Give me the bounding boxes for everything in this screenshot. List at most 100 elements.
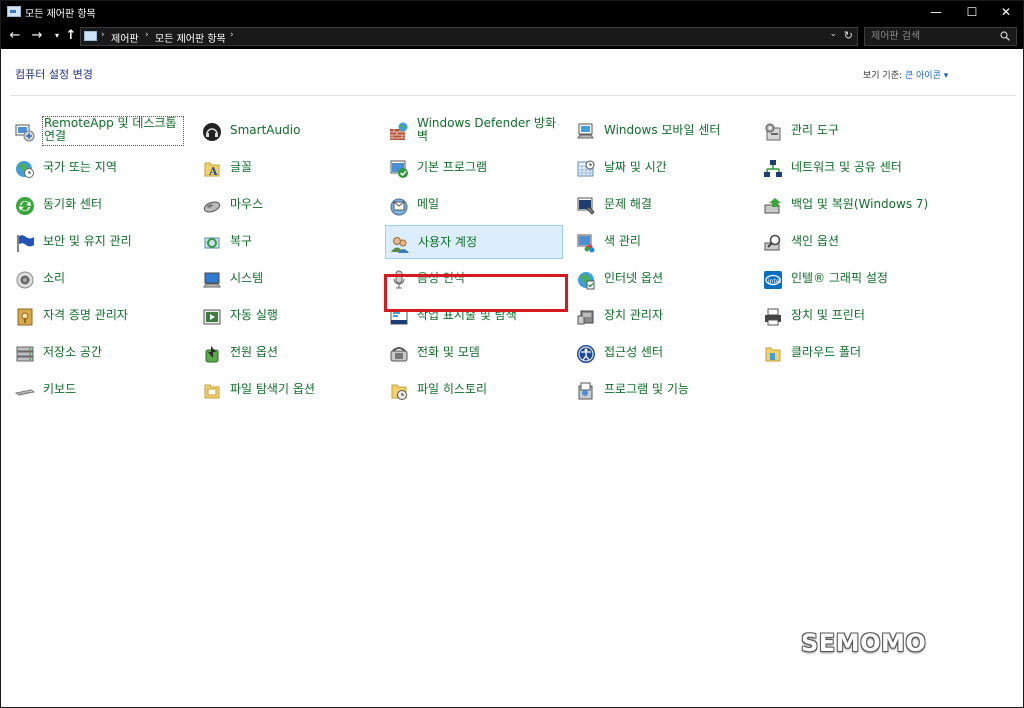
control-panel-item-flag[interactable]: 보안 및 유지 관리 — [11, 225, 189, 259]
control-panel-item-ease-of-access[interactable]: 접근성 센터 — [572, 336, 750, 370]
device-manager-icon — [576, 307, 596, 327]
item-label: 색 관리 — [604, 234, 641, 248]
control-panel-item-speaker[interactable]: 소리 — [11, 262, 189, 296]
control-panel-item-folder-options[interactable]: 파일 탐색기 옵션 — [198, 373, 376, 407]
control-panel-item-intel-graphics[interactable]: intel 인텔® 그래픽 설정 — [759, 262, 937, 296]
control-panel-item-firewall[interactable]: Windows Defender 방화벽 — [385, 114, 563, 148]
item-label: 날짜 및 시간 — [604, 160, 667, 174]
control-panel-item-phone-modem[interactable]: 전화 및 모뎀 — [385, 336, 563, 370]
up-arrow-icon[interactable]: ↑ — [63, 27, 79, 45]
control-panel-item-cloud-folder[interactable]: 클라우드 폴더 — [759, 336, 937, 370]
control-panel-item-storage-spaces[interactable]: 저장소 공간 — [11, 336, 189, 370]
search-input[interactable] — [871, 30, 991, 43]
control-panel-item-headphones[interactable]: SmartAudio — [198, 114, 376, 148]
breadcrumb-separator-icon[interactable]: › — [230, 30, 234, 40]
minimize-button[interactable]: — — [919, 1, 953, 23]
control-panel-item-color-management[interactable]: 색 관리 — [572, 225, 750, 259]
calendar-clock-icon — [576, 159, 596, 179]
control-panel-item-device-manager[interactable]: 장치 관리자 — [572, 299, 750, 333]
item-label: 자동 실행 — [230, 308, 278, 322]
item-label: 네트워크 및 공유 센터 — [791, 160, 902, 174]
control-panel-item-user-accounts[interactable]: 사용자 계정 — [385, 225, 563, 259]
backup-icon — [763, 196, 783, 216]
search-icon[interactable] — [1000, 31, 1010, 41]
control-panel-item-file-history[interactable]: 파일 히스토리 — [385, 373, 563, 407]
mobility-center-icon — [576, 122, 596, 142]
item-label: 파일 탐색기 옵션 — [230, 382, 315, 396]
address-dropdown-icon[interactable]: ⌄ — [829, 29, 837, 39]
item-label: SmartAudio — [230, 123, 301, 137]
control-panel-item-keyboard[interactable]: 키보드 — [11, 373, 189, 407]
item-label: 시스템 — [230, 271, 264, 285]
control-panel-item-calendar-clock[interactable]: 날짜 및 시간 — [572, 151, 750, 185]
item-label: 저장소 공간 — [43, 345, 103, 359]
maximize-button[interactable]: ☐ — [955, 1, 989, 23]
globe-clock-icon — [15, 159, 35, 179]
breadcrumb-all-items[interactable]: 모든 제어판 항목 — [155, 30, 226, 45]
control-panel-item-font-folder[interactable]: A 글꼴 — [198, 151, 376, 185]
breadcrumb-control-panel[interactable]: 제어판 — [111, 30, 139, 45]
intel-graphics-icon: intel — [763, 270, 783, 290]
control-panel-item-mail[interactable]: 메일 — [385, 188, 563, 222]
item-label: 색인 옵션 — [791, 234, 839, 248]
item-label: 인터넷 옵션 — [604, 271, 664, 285]
control-panel-item-mouse[interactable]: 마우스 — [198, 188, 376, 222]
watermark: SEMOMO — [801, 629, 927, 657]
control-panel-item-default-programs[interactable]: 기본 프로그램 — [385, 151, 563, 185]
view-by-dropdown[interactable]: 큰 아이콘 ▾ — [905, 71, 948, 81]
programs-features-icon — [576, 381, 596, 401]
phone-modem-icon — [389, 344, 409, 364]
control-panel-item-backup[interactable]: 백업 및 복원(Windows 7) — [759, 188, 937, 222]
item-label: Windows 모바일 센터 — [604, 123, 721, 137]
search-box[interactable] — [864, 27, 1017, 46]
item-label: 자격 증명 관리자 — [43, 308, 128, 322]
breadcrumb-separator-icon[interactable]: › — [145, 30, 149, 40]
control-panel-item-network[interactable]: 네트워크 및 공유 센터 — [759, 151, 937, 185]
control-panel-icon — [7, 6, 21, 17]
page-title: 컴퓨터 설정 변경 — [15, 68, 93, 81]
address-field[interactable]: › 제어판 › 모든 제어판 항목 › ⌄ ↻ — [80, 27, 858, 46]
item-label: 소리 — [43, 271, 66, 285]
admin-tools-icon — [763, 122, 783, 142]
control-panel-item-programs-features[interactable]: 프로그램 및 기능 — [572, 373, 750, 407]
keyboard-icon — [14, 381, 36, 401]
control-panel-item-troubleshooting[interactable]: 문제 해결 — [572, 188, 750, 222]
control-panel-item-autoplay[interactable]: 자동 실행 — [198, 299, 376, 333]
title-bar[interactable]: 모든 제어판 항목 — ☐ ✕ — [1, 1, 1023, 23]
printer-icon — [763, 307, 783, 327]
item-label: 백업 및 복원(Windows 7) — [791, 197, 929, 211]
control-panel-item-system[interactable]: 시스템 — [198, 262, 376, 296]
control-panel-item-indexing[interactable]: 색인 옵션 — [759, 225, 937, 259]
navigation-bar: ← → ▾ ↑ › 제어판 › 모든 제어판 항목 › ⌄ ↻ — [1, 23, 1023, 49]
close-button[interactable]: ✕ — [989, 1, 1023, 23]
control-panel-item-remoteapp[interactable]: RemoteApp 및 데스크톱 연결 — [11, 114, 189, 148]
control-panel-item-internet-options[interactable]: 인터넷 옵션 — [572, 262, 750, 296]
user-accounts-icon — [390, 234, 410, 254]
item-label: 마우스 — [230, 197, 264, 211]
ease-of-access-icon — [576, 344, 596, 364]
control-panel-item-recovery[interactable]: 복구 — [198, 225, 376, 259]
item-label: 복구 — [230, 234, 253, 248]
item-label: 장치 관리자 — [604, 308, 664, 322]
control-panel-item-mobility-center[interactable]: Windows 모바일 센터 — [572, 114, 750, 148]
control-panel-item-sync[interactable]: 동기화 센터 — [11, 188, 189, 222]
item-label: RemoteApp 및 데스크톱 연결 — [42, 116, 184, 146]
window-title: 모든 제어판 항목 — [25, 9, 96, 20]
item-label: 접근성 센터 — [604, 345, 664, 359]
breadcrumb-separator-icon[interactable]: › — [101, 30, 105, 40]
svg-text:A: A — [208, 165, 218, 178]
back-arrow-icon[interactable]: ← — [7, 27, 23, 45]
recovery-icon — [202, 233, 222, 253]
control-panel-item-globe-clock[interactable]: 국가 또는 지역 — [11, 151, 189, 185]
control-panel-item-printer[interactable]: 장치 및 프린터 — [759, 299, 937, 333]
flag-icon — [15, 233, 35, 253]
control-panel-item-power-options[interactable]: 전원 옵션 — [198, 336, 376, 370]
firewall-icon — [389, 122, 409, 142]
item-label: 동기화 센터 — [43, 197, 103, 211]
control-panel-item-credential-vault[interactable]: 자격 증명 관리자 — [11, 299, 189, 333]
svg-text:intel: intel — [768, 278, 782, 285]
forward-arrow-icon[interactable]: → — [29, 27, 45, 45]
refresh-icon[interactable]: ↻ — [844, 29, 853, 42]
item-label: 보안 및 유지 관리 — [43, 234, 132, 248]
control-panel-item-admin-tools[interactable]: 관리 도구 — [759, 114, 937, 148]
